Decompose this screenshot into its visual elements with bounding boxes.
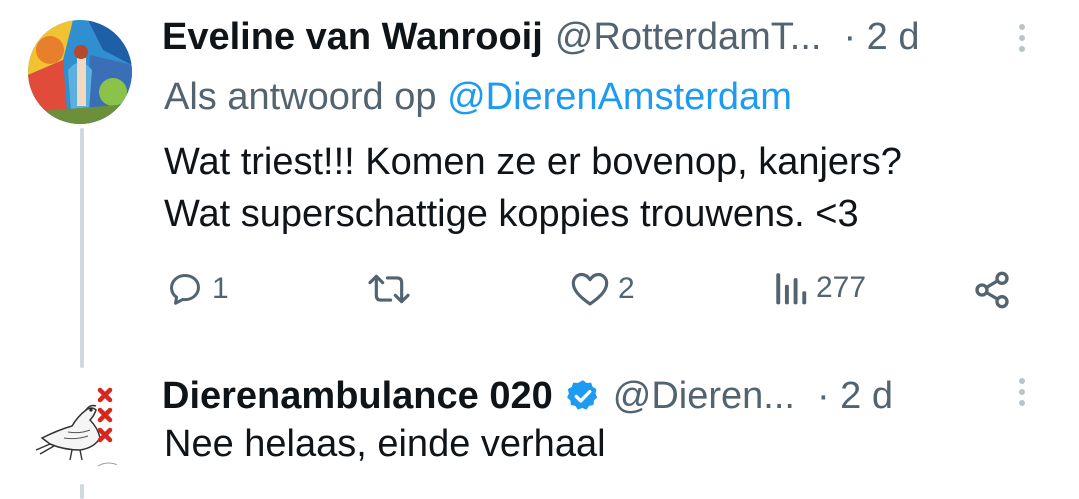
tweet-text: Nee helaas, einde verhaal [164,418,606,470]
author-handle[interactable]: @Dieren... [613,375,795,418]
author-name[interactable]: Eveline van Wanrooij [162,16,543,59]
thread-line-bottom [80,484,84,499]
like-count: 2 [618,272,635,305]
retweet-button[interactable] [366,270,420,308]
reply-count: 1 [212,272,229,305]
thread-line-top [80,128,84,368]
retweet-icon [368,274,410,304]
tweet-text: Wat triest!!! Komen ze er bovenop, kanje… [164,136,902,240]
tweet-text-line: Nee helaas, einde verhaal [164,423,606,465]
share-button[interactable] [972,270,1012,310]
tweet-actions: 1 2 277 [162,270,1022,314]
reply-to-prefix: Als antwoord op [164,76,437,118]
tweet-header: Eveline van Wanrooij @RotterdamT... · 2 … [162,16,920,59]
views-button[interactable]: 277 [774,270,866,306]
analytics-icon [776,273,807,305]
tweet-time[interactable]: · 2 d [817,375,893,418]
heart-icon [571,272,609,306]
view-count: 277 [816,271,867,304]
avatar[interactable] [28,376,132,480]
author-name[interactable]: Dierenambulance 020 [162,375,553,418]
tweet-text-line: Wat superschattige koppies trouwens. <3 [164,193,859,235]
tweet-header: Dierenambulance 020 @Dieren... · 2 d [162,372,893,418]
avatar[interactable] [28,20,132,124]
reply-context: Als antwoord op @DierenAmsterdam [164,76,792,119]
colorful-mural-avatar-icon [28,20,132,124]
pigeon-xxx-logo-icon [28,376,132,480]
reply-button[interactable]: 1 [166,270,229,308]
more-options-icon[interactable] [1019,24,1027,52]
reply-to-mention[interactable]: @DierenAmsterdam [447,76,792,118]
like-button[interactable]: 2 [570,270,635,308]
reply-icon [170,274,200,305]
tweet-text-line: Wat triest!!! Komen ze er bovenop, kanje… [164,141,902,183]
more-options-icon[interactable] [1019,378,1027,406]
tweet-time[interactable]: · 2 d [843,16,919,59]
share-icon [975,271,1009,309]
author-handle[interactable]: @RotterdamT... [555,16,822,59]
